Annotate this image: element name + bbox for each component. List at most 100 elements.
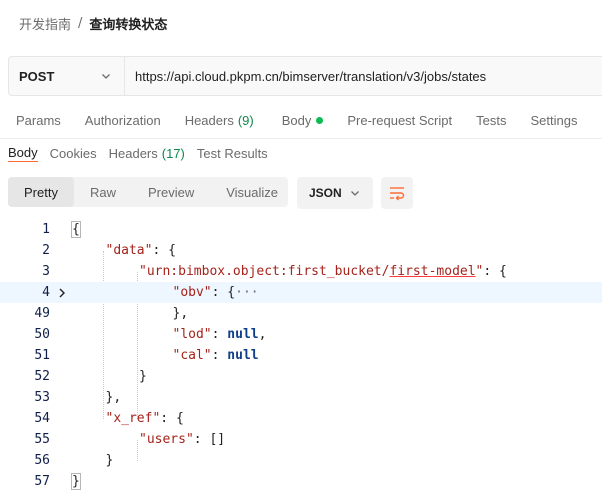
json-punctuation: , <box>258 327 267 342</box>
code-text: "x_ref": { <box>106 408 184 429</box>
response-tab-test-results[interactable]: Test Results <box>197 144 268 162</box>
view-visualize[interactable]: Visualize <box>210 177 294 207</box>
json-punctuation: : { <box>483 264 507 279</box>
method-label: POST <box>19 68 55 84</box>
json-punctuation: }, <box>172 306 189 321</box>
json-key: "lod" <box>172 327 212 342</box>
json-key: "x_ref" <box>105 411 161 426</box>
chevron-down-icon <box>351 191 359 196</box>
chevron-right-icon[interactable] <box>57 282 67 303</box>
method-select[interactable]: POST <box>9 57 125 95</box>
json-punctuation: : { <box>152 243 176 258</box>
code-text: "obv": {··· <box>173 282 259 303</box>
code-text: "cal": null <box>173 345 259 366</box>
code-text: "lod": null, <box>173 324 267 345</box>
headers-count: (9) <box>237 112 254 128</box>
line-number: 57 <box>34 474 50 489</box>
tab-params[interactable]: Params <box>16 109 61 131</box>
json-punctuation: : [] <box>193 432 226 447</box>
code-line: 1{ <box>0 219 602 240</box>
tab-headers[interactable]: Headers (9) <box>185 109 254 131</box>
chevron-down-icon <box>102 74 110 79</box>
view-pretty[interactable]: Pretty <box>8 177 74 207</box>
code-text: "urn:bimbox.object:first_bucket/first-mo… <box>139 261 507 282</box>
code-text: } <box>139 366 147 387</box>
json-punctuation: : <box>211 327 228 342</box>
code-text: "data": { <box>106 240 176 261</box>
tab-label: Settings <box>530 112 578 128</box>
response-body-editor[interactable]: 1{ 2 "data": { 3 "urn:bimbox.object:first_bu… <box>0 218 602 495</box>
code-line: 54 "x_ref": { <box>0 408 602 429</box>
view-preview[interactable]: Preview <box>132 177 210 207</box>
tab-label: Headers <box>184 112 234 128</box>
breadcrumb: 开发指南 / 查询转换状态 <box>19 13 167 33</box>
line-number: 52 <box>34 369 50 384</box>
tab-settings[interactable]: Settings <box>530 109 577 131</box>
view-raw[interactable]: Raw <box>74 177 132 207</box>
json-punctuation: : { <box>160 411 184 426</box>
line-number: 54 <box>34 411 50 426</box>
response-headers-count: (17) <box>161 145 185 161</box>
code-text: } <box>71 471 81 492</box>
response-tab-headers[interactable]: Headers (17) <box>109 144 185 162</box>
format-label: JSON <box>309 186 342 200</box>
tab-label: Authorization <box>84 112 161 128</box>
line-number: 4 <box>42 285 50 300</box>
tab-body[interactable]: Body <box>282 109 324 131</box>
breadcrumb-current: 查询转换状态 <box>89 17 168 33</box>
tab-tests[interactable]: Tests <box>476 109 506 131</box>
breadcrumb-parent[interactable]: 开发指南 <box>19 14 71 33</box>
code-text: } <box>106 450 114 471</box>
code-text: "users": [] <box>139 429 225 450</box>
json-null: null <box>227 348 259 363</box>
tab-pre-request-script[interactable]: Pre-request Script <box>347 109 452 131</box>
spell-check-underline: first-model <box>389 264 476 279</box>
format-select[interactable]: JSON <box>297 177 373 209</box>
json-punctuation: } <box>71 473 81 490</box>
response-tab-cookies[interactable]: Cookies <box>50 144 97 162</box>
tab-label: Params <box>16 112 61 128</box>
request-url-bar: POST https://api.cloud.pkpm.cn/bimserver… <box>8 56 602 96</box>
json-null: null <box>227 327 259 342</box>
code-line: 53}, <box>0 387 602 408</box>
section-divider <box>0 138 602 139</box>
collapsed-ellipsis[interactable]: ··· <box>235 285 258 300</box>
code-line: 52} <box>0 366 602 387</box>
json-punctuation: : { <box>211 285 236 300</box>
json-punctuation: } <box>105 453 114 468</box>
code-line: 57} <box>0 471 602 492</box>
url-input[interactable]: https://api.cloud.pkpm.cn/bimserver/tran… <box>125 69 486 84</box>
response-tab-body[interactable]: Body <box>8 144 38 162</box>
code-line: 2 "data": { <box>0 240 602 261</box>
json-key: "obv" <box>172 285 212 300</box>
line-number: 49 <box>34 306 50 321</box>
tab-label: Test Results <box>196 145 268 161</box>
json-punctuation: }, <box>105 390 122 405</box>
code-text: }, <box>106 387 122 408</box>
wrap-lines-button[interactable] <box>381 177 413 209</box>
line-number: 2 <box>42 243 50 258</box>
code-line: 50 "lod": null, <box>0 324 602 345</box>
line-number: 56 <box>34 453 50 468</box>
response-tabs: Body Cookies Headers (17) Test Results <box>8 144 280 162</box>
view-mode-switcher: Pretty Raw Preview Visualize <box>8 177 288 207</box>
wrap-lines-icon <box>390 187 405 201</box>
code-line: 51 "cal": null <box>0 345 602 366</box>
tab-label: Pre-request Script <box>347 112 453 128</box>
line-number: 51 <box>34 348 50 363</box>
tab-label: Headers <box>108 145 158 161</box>
breadcrumb-separator: / <box>78 15 83 31</box>
tab-authorization[interactable]: Authorization <box>85 109 161 131</box>
code-text: }, <box>173 303 189 324</box>
code-line: 55 "users": [] <box>0 429 602 450</box>
tab-label: Body <box>281 112 312 128</box>
tab-label: Tests <box>476 112 507 128</box>
code-line: 56} <box>0 450 602 471</box>
line-number: 3 <box>42 264 50 279</box>
json-punctuation: : <box>211 348 228 363</box>
json-key: "cal" <box>172 348 212 363</box>
tab-label: Body <box>8 145 38 160</box>
request-tabs: Params Authorization Headers (9) Body Pre… <box>16 109 577 131</box>
tab-label: Cookies <box>49 145 97 161</box>
body-indicator-dot <box>316 116 324 124</box>
